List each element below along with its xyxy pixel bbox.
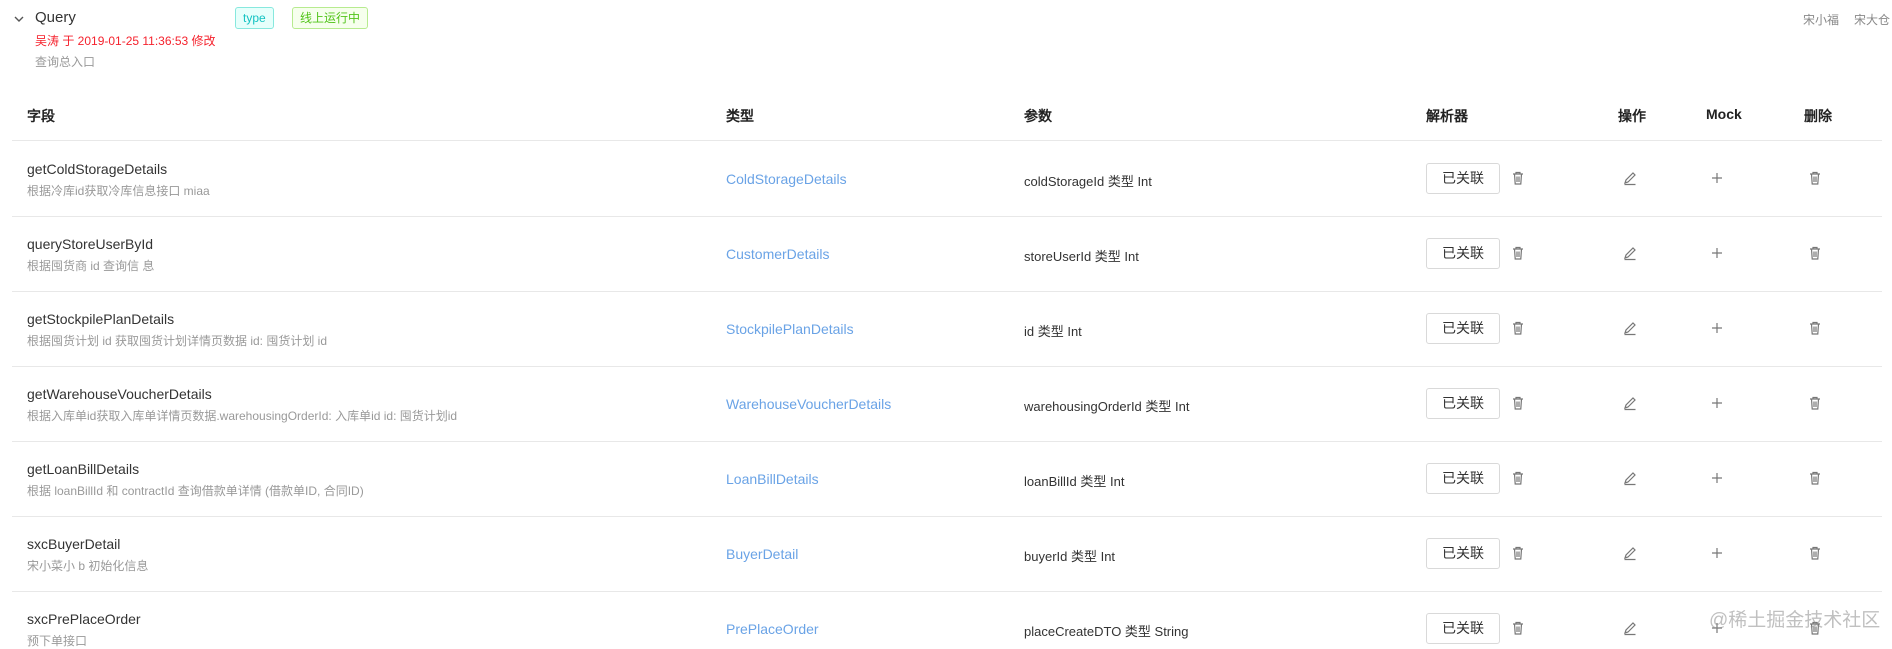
field-name: getColdStorageDetails [27,161,168,177]
linked-resolver-button[interactable]: 已关联 [1426,313,1500,344]
user-name: 宋小福 [1803,13,1840,27]
plus-icon[interactable] [1709,470,1725,486]
linked-resolver-button[interactable]: 已关联 [1426,463,1500,494]
type-link[interactable]: BuyerDetail [726,546,798,562]
field-args: storeUserId 类型 Int [1024,249,1139,264]
column-header-field: 字段 [27,108,55,124]
edit-icon[interactable] [1622,245,1638,261]
column-header-mock: Mock [1706,106,1742,122]
linked-resolver-button[interactable]: 已关联 [1426,238,1500,269]
field-description: 预下单接口 [27,634,88,648]
user-name: 宋大仓 [1854,13,1891,27]
field-description: 宋小菜小 b 初始化信息 [27,559,149,573]
trash-icon[interactable] [1510,245,1526,261]
trash-icon[interactable] [1510,545,1526,561]
field-name: getStockpilePlanDetails [27,311,175,327]
delete-icon[interactable] [1807,170,1823,186]
query-header: Query type 线上运行中 吴涛 于 2019-01-25 11:36:5… [0,0,1892,72]
delete-icon[interactable] [1807,245,1823,261]
plus-icon[interactable] [1709,320,1725,336]
field-name: getLoanBillDetails [27,461,140,477]
linked-resolver-button[interactable]: 已关联 [1426,388,1500,419]
plus-icon[interactable] [1709,170,1725,186]
delete-icon[interactable] [1807,470,1823,486]
table-row: getColdStorageDetails 根据冷库id获取冷库信息接口 miaa… [12,142,1882,217]
table-row: sxcPrePlaceOrder 预下单接口 PrePlaceOrder placeC… [12,592,1882,649]
edit-icon[interactable] [1622,170,1638,186]
field-name: getWarehouseVoucherDetails [27,386,212,402]
type-link[interactable]: StockpilePlanDetails [726,321,854,337]
column-header-type: 类型 [726,108,754,124]
type-link[interactable]: ColdStorageDetails [726,171,847,187]
edit-icon[interactable] [1622,395,1638,411]
edit-icon[interactable] [1622,545,1638,561]
table-row: queryStoreUserById 根据囤货商 id 查询信 息 Customer… [12,217,1882,292]
trash-icon[interactable] [1510,320,1526,336]
watermark: @稀土掘金技术社区 [1709,610,1881,631]
field-args: buyerId 类型 Int [1024,549,1116,564]
table-header: 字段 类型 参数 解析器 操作 Mock 删除 [12,93,1882,141]
field-args: placeCreateDTO 类型 String [1024,624,1189,639]
table-row: getStockpilePlanDetails 根据囤货计划 id 获取囤货计划详… [12,292,1882,367]
table-row: sxcBuyerDetail 宋小菜小 b 初始化信息 BuyerDetail buy… [12,517,1882,592]
field-args: loanBillId 类型 Int [1024,474,1125,489]
edit-icon[interactable] [1622,470,1638,486]
trash-icon[interactable] [1510,395,1526,411]
query-title: Query [35,9,76,26]
query-description: 查询总入口 [35,55,96,69]
plus-icon[interactable] [1709,395,1725,411]
type-link[interactable]: WarehouseVoucherDetails [726,396,891,412]
chevron-down-icon[interactable] [12,12,26,26]
field-name: queryStoreUserById [27,236,154,252]
column-header-actions: 操作 [1618,108,1646,124]
field-args: warehousingOrderId 类型 Int [1024,399,1190,414]
delete-icon[interactable] [1807,545,1823,561]
field-description: 根据 loanBillId 和 contractId 查询借款单详情 (借款单I… [27,484,364,498]
linked-resolver-button[interactable]: 已关联 [1426,613,1500,644]
column-header-args: 参数 [1024,108,1052,124]
type-link[interactable]: CustomerDetails [726,246,829,262]
field-name: sxcPrePlaceOrder [27,611,141,627]
delete-icon[interactable] [1807,320,1823,336]
modified-info: 吴涛 于 2019-01-25 11:36:53 修改 [35,34,216,48]
delete-icon[interactable] [1807,395,1823,411]
column-header-delete: 删除 [1804,108,1832,124]
type-link[interactable]: LoanBillDetails [726,471,819,487]
trash-icon[interactable] [1510,620,1526,636]
trash-icon[interactable] [1510,470,1526,486]
linked-resolver-button[interactable]: 已关联 [1426,538,1500,569]
type-link[interactable]: PrePlaceOrder [726,621,819,637]
column-header-resolver: 解析器 [1426,108,1468,124]
edit-icon[interactable] [1622,320,1638,336]
table-row: getLoanBillDetails 根据 loanBillId 和 contra… [12,442,1882,517]
type-tag: type [235,7,274,29]
status-tag: 线上运行中 [292,7,369,29]
field-args: coldStorageId 类型 Int [1024,174,1152,189]
plus-icon[interactable] [1709,245,1725,261]
field-name: sxcBuyerDetail [27,536,121,552]
field-description: 根据囤货计划 id 获取囤货计划详情页数据 id: 囤货计划 id [27,334,328,348]
field-description: 根据囤货商 id 查询信 息 [27,259,155,273]
edit-icon[interactable] [1622,620,1638,636]
linked-resolver-button[interactable]: 已关联 [1426,163,1500,194]
field-description: 根据入库单id获取入库单详情页数据.warehousingOrderId: 入库… [27,409,458,423]
table-row: getWarehouseVoucherDetails 根据入库单id获取入库单详情… [12,367,1882,442]
trash-icon[interactable] [1510,170,1526,186]
field-args: id 类型 Int [1024,324,1082,339]
field-description: 根据冷库id获取冷库信息接口 miaa [27,184,210,198]
plus-icon[interactable] [1709,545,1725,561]
